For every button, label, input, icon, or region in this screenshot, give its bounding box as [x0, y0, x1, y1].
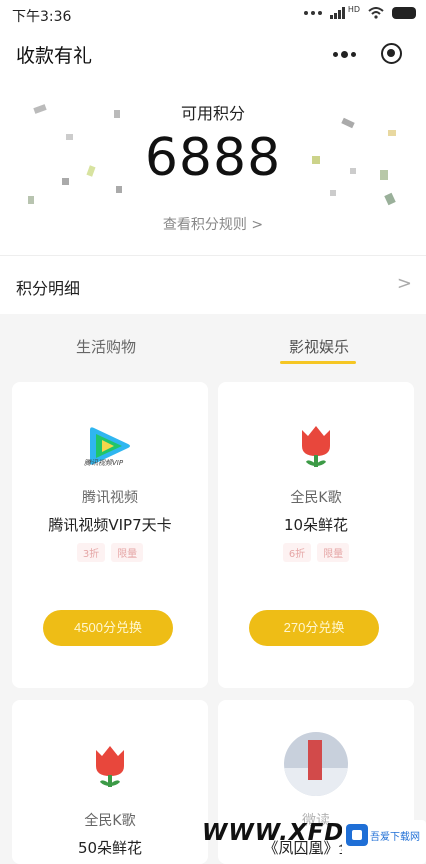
- points-rules-link[interactable]: 查看积分规则 >: [0, 214, 426, 234]
- points-value: 6888: [144, 128, 282, 188]
- product-title: 10朵鲜花: [283, 516, 349, 534]
- status-icons: HD: [303, 4, 416, 19]
- page-title: 收款有礼: [16, 45, 93, 67]
- product-tags: 3折 限量: [12, 543, 208, 562]
- chevron-right-icon: >: [396, 273, 412, 294]
- product-brand: 腾讯视频: [82, 490, 138, 506]
- tencent-video-logo-caption: 腾讯视频VIP: [84, 459, 124, 467]
- limited-tag: 限量: [317, 543, 350, 562]
- tab-film-entertainment[interactable]: 影视娱乐: [289, 336, 349, 357]
- product-brand: 全民K歌: [84, 813, 136, 829]
- product-brand: 全民K歌: [290, 490, 342, 506]
- nav-bar: 收款有礼: [0, 30, 426, 78]
- product-title: 腾讯视频VIP7天卡: [48, 516, 172, 534]
- tab-life-shopping[interactable]: 生活购物: [76, 336, 136, 357]
- product-title: 50朵鲜花: [77, 839, 143, 857]
- battery-icon: [392, 7, 416, 19]
- more-menu-icon[interactable]: [332, 44, 356, 64]
- points-detail-label: 积分明细: [16, 279, 81, 298]
- flower-icon: [302, 426, 330, 467]
- limited-tag: 限量: [111, 543, 144, 562]
- more-notifications-icon: [303, 11, 322, 15]
- flower-icon: [96, 746, 124, 787]
- discount-tag: 6折: [282, 543, 312, 562]
- signal-icon: [329, 7, 345, 19]
- product-tags: 6折 限量: [218, 543, 414, 562]
- redeem-button[interactable]: 4500分兑换: [43, 610, 173, 646]
- category-tabs: 生活购物 影视娱乐: [0, 326, 426, 370]
- product-card[interactable]: 全民K歌 10朵鲜花 6折 限量 270分兑换: [218, 382, 414, 688]
- network-label: HD: [347, 4, 360, 14]
- close-miniprogram-icon[interactable]: [381, 43, 402, 64]
- product-card[interactable]: 全民K歌 50朵鲜花: [12, 700, 208, 864]
- status-time: 下午3:36: [12, 9, 72, 25]
- watermark-badge: 吾爱下载网: [342, 820, 426, 864]
- wifi-icon: [368, 7, 384, 19]
- watermark-badge-text: 吾爱下载网: [370, 832, 420, 843]
- discount-tag: 3折: [76, 543, 106, 562]
- book-cover-image: [284, 732, 348, 796]
- watermark-logo-icon: [346, 824, 368, 846]
- points-detail-row[interactable]: 积分明细 >: [0, 256, 426, 314]
- points-hero: 可用积分 6888 查看积分规则 >: [0, 78, 426, 256]
- redeem-button[interactable]: 270分兑换: [249, 610, 379, 646]
- product-card[interactable]: 腾讯视频VIP 腾讯视频 腾讯视频VIP7天卡 3折 限量 4500分兑换: [12, 382, 208, 688]
- status-bar: 下午3:36 HD: [0, 0, 426, 30]
- active-tab-indicator: [280, 361, 356, 364]
- points-label: 可用积分: [180, 104, 245, 123]
